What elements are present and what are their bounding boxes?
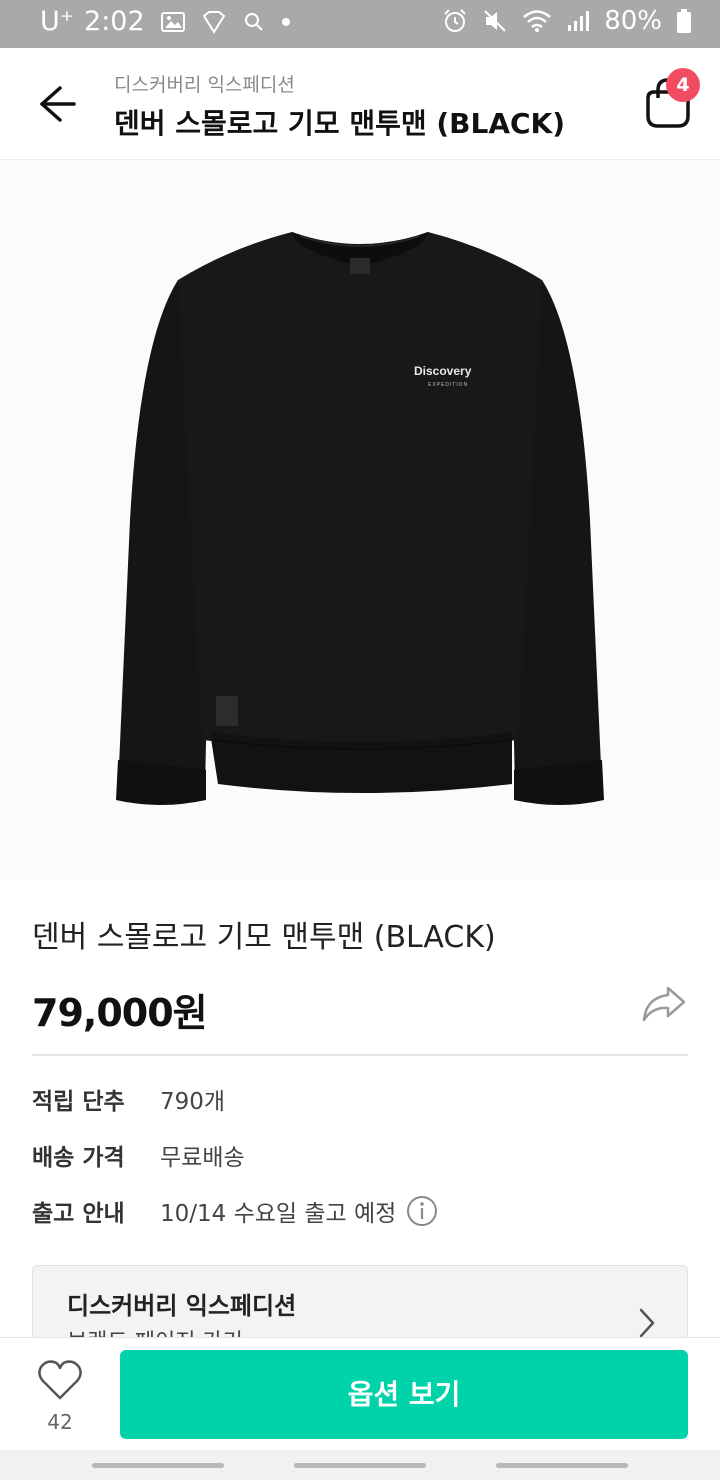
info-label: 배송 가격 (32, 1145, 125, 1171)
product-image[interactable]: Discovery EXPEDITION (0, 160, 720, 880)
view-options-button[interactable]: 옵션 보기 (120, 1350, 688, 1439)
mute-icon (482, 8, 508, 34)
nav-back-button[interactable] (496, 1463, 628, 1468)
info-icon (407, 1196, 438, 1226)
back-arrow-icon (30, 86, 82, 130)
header-brand-name[interactable]: 디스커버리 익스페디션 (114, 70, 295, 97)
info-value: 무료배송 (160, 1145, 245, 1171)
search-icon (243, 11, 265, 33)
info-row-points: 적립 단추 790개 (32, 1081, 225, 1117)
clock: 2:02 (84, 6, 145, 37)
like-count: 42 (47, 1410, 73, 1434)
dot-icon (281, 17, 291, 27)
product-logo-text: Discovery (414, 364, 472, 378)
product-price: 79,000원 (32, 991, 208, 1035)
page-title: 덴버 스몰로고 기모 맨투맨 (BLACK) (114, 107, 566, 140)
nav-home-button[interactable] (294, 1463, 426, 1468)
info-label: 적립 단추 (32, 1089, 125, 1115)
product-name: 덴버 스몰로고 기모 맨투맨 (BLACK) (32, 920, 496, 955)
cart-count-badge: 4 (666, 68, 700, 102)
wifi-icon (522, 9, 552, 33)
product-header: 디스커버리 익스페디션 덴버 스몰로고 기모 맨투맨 (BLACK) 4 (0, 48, 720, 160)
bottom-action-bar: 42 옵션 보기 (0, 1337, 720, 1450)
carrier-label: U⁺ (40, 6, 75, 37)
brand-card-name: 디스커버리 익스페디션 (67, 1292, 297, 1320)
chevron-right-icon (637, 1306, 657, 1340)
sweatshirt-image: Discovery EXPEDITION (116, 232, 604, 805)
gallery-icon (160, 11, 185, 33)
info-label: 출고 안내 (32, 1201, 125, 1227)
status-bar: U⁺ 2:02 80% (0, 0, 720, 48)
alarm-icon (442, 8, 468, 34)
share-button[interactable] (640, 982, 688, 1026)
back-button[interactable] (30, 82, 82, 126)
status-bar-left: U⁺ 2:02 (40, 6, 291, 37)
heart-icon (36, 1360, 84, 1406)
battery-icon (676, 8, 692, 34)
signal-icon (566, 9, 590, 33)
like-button[interactable]: 42 (30, 1354, 90, 1436)
price-divider (32, 1054, 688, 1056)
status-bar-right: 80% (442, 6, 692, 36)
info-value: 790개 (160, 1089, 226, 1115)
product-logo-subtext: EXPEDITION (428, 382, 468, 388)
nav-recents-button[interactable] (92, 1463, 224, 1468)
info-value: 10/14 수요일 출고 예정 (160, 1201, 397, 1227)
info-row-shipping: 배송 가격 무료배송 (32, 1137, 245, 1173)
shopping-bag-icon (640, 78, 700, 136)
system-nav-bar (0, 1450, 720, 1480)
share-icon (640, 986, 688, 1030)
badge-icon (201, 10, 227, 34)
info-row-release: 출고 안내 10/14 수요일 출고 예정 (32, 1193, 438, 1229)
info-button[interactable] (406, 1195, 438, 1227)
battery-percent: 80% (604, 6, 662, 36)
